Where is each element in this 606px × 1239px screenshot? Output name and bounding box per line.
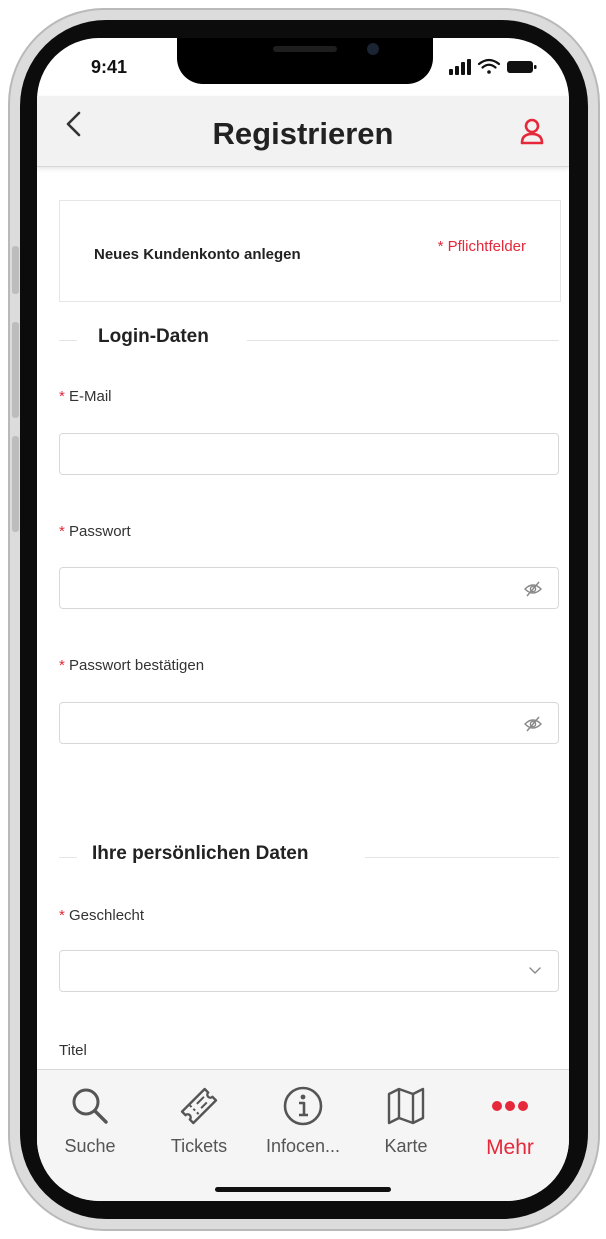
user-account-icon[interactable] <box>519 118 545 146</box>
notch <box>177 38 433 84</box>
password-confirm-label: * Passwort bestätigen <box>59 657 204 674</box>
info-icon <box>283 1086 323 1126</box>
front-camera <box>367 43 379 55</box>
volume-up-button <box>12 322 19 418</box>
tab-label: Suche <box>64 1136 116 1156</box>
map-icon <box>387 1087 425 1125</box>
gender-select[interactable] <box>59 950 559 992</box>
required-mark: * <box>59 523 65 540</box>
required-mark: * <box>59 388 65 405</box>
tab-bar: Suche Tickets Infocen... Karte Mehr <box>37 1069 569 1201</box>
tab-label: Tickets <box>170 1136 228 1156</box>
tab-infocenter[interactable]: Infocen... <box>258 1084 348 1164</box>
app-screen: 9:41 Registrieren Neues Kundenkonto anle… <box>37 38 569 1201</box>
volume-down-button <box>12 436 19 532</box>
registration-form: Neues Kundenkonto anlegen * Pflichtfelde… <box>37 166 569 1069</box>
section-divider <box>59 857 77 858</box>
search-icon <box>72 1088 108 1124</box>
tab-tickets[interactable]: Tickets <box>154 1084 244 1164</box>
required-mark: * <box>59 907 65 924</box>
signal-icon <box>449 59 471 75</box>
tab-label: Mehr <box>486 1136 534 1159</box>
tab-more[interactable]: Mehr <box>465 1084 555 1164</box>
status-time: 9:41 <box>91 57 128 77</box>
speaker <box>273 46 337 52</box>
section-divider <box>365 857 559 858</box>
password-confirm-label-text: Passwort bestätigen <box>69 657 205 674</box>
section-title-login: Login-Daten <box>98 326 209 347</box>
intro-card: Neues Kundenkonto anlegen * Pflichtfelde… <box>59 200 561 302</box>
home-indicator <box>215 1187 391 1192</box>
tab-label: Karte <box>384 1136 428 1156</box>
gender-label-text: Geschlecht <box>69 907 145 924</box>
eye-slash-icon[interactable] <box>524 581 542 597</box>
page-title: Registrieren <box>212 116 394 151</box>
password-label-text: Passwort <box>69 523 131 540</box>
status-icons <box>449 58 537 75</box>
wifi-icon <box>477 58 501 74</box>
eye-slash-icon[interactable] <box>524 716 542 732</box>
gender-label: * Geschlecht <box>59 907 144 924</box>
section-divider <box>59 340 77 341</box>
tab-label: Infocen... <box>265 1136 341 1156</box>
email-field[interactable] <box>59 433 559 475</box>
password-field[interactable] <box>59 567 559 609</box>
email-label-text: E-Mail <box>69 388 112 405</box>
email-label: * E-Mail <box>59 388 112 405</box>
tab-map[interactable]: Karte <box>361 1084 451 1164</box>
chevron-down-icon <box>529 967 541 974</box>
more-dots-icon <box>492 1101 528 1111</box>
nav-header: Registrieren <box>37 96 569 167</box>
ticket-icon <box>180 1087 218 1125</box>
section-divider <box>247 340 559 341</box>
required-mark: * <box>59 657 65 674</box>
mute-switch <box>12 246 19 294</box>
required-fields-note: * Pflichtfelder <box>437 238 526 255</box>
intro-card-label: Neues Kundenkonto anlegen <box>94 246 301 263</box>
battery-icon <box>507 61 537 73</box>
section-title-personal: Ihre persönlichen Daten <box>92 843 309 864</box>
password-label: * Passwort <box>59 523 131 540</box>
password-confirm-field[interactable] <box>59 702 559 744</box>
title-label: Titel <box>59 1042 87 1059</box>
tab-search[interactable]: Suche <box>45 1084 135 1164</box>
